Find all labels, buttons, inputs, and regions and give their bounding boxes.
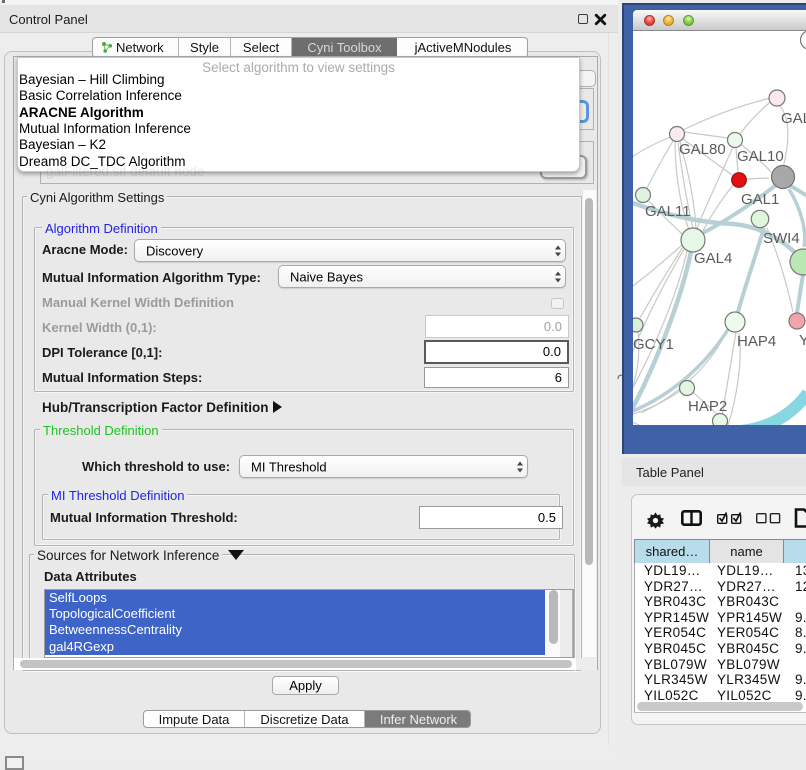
- svg-text:HAP2: HAP2: [688, 398, 727, 415]
- svg-text:GCY1: GCY1: [633, 336, 674, 353]
- svg-text:SWI4: SWI4: [763, 230, 800, 247]
- svg-text:GAL4: GAL4: [694, 250, 732, 267]
- svg-text:HAP4: HAP4: [737, 333, 776, 350]
- svg-text:Y: Y: [799, 332, 806, 349]
- svg-text:GAL80: GAL80: [679, 141, 726, 158]
- svg-text:GAL11: GAL11: [645, 203, 691, 220]
- svg-text:GAL10: GAL10: [737, 148, 784, 165]
- svg-text:GAL7: GAL7: [781, 110, 806, 127]
- svg-text:GAL1: GAL1: [741, 191, 779, 208]
